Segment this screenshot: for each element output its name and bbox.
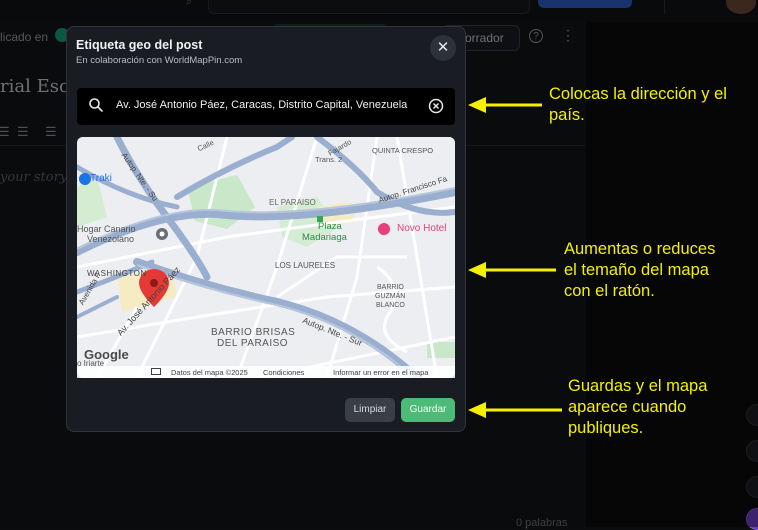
google-logo: Google: [84, 347, 129, 362]
clear-button[interactable]: Limpiar: [345, 398, 395, 422]
map-label-barrio-guzman: BLANCO: [376, 302, 405, 309]
annotation-zoom: Aumentas o reduces el temaño del mapa co…: [564, 239, 715, 302]
map-label-los-laureles: LOS LAURELES: [275, 261, 336, 270]
map-label-novo-hotel: Novo Hotel: [397, 223, 447, 234]
map-label-plaza: Madariaga: [302, 232, 347, 243]
annotation-arrow-icon: [468, 402, 562, 418]
annotation-line: Aumentas o reduces: [564, 240, 716, 258]
annotation-line: el temaño del mapa: [564, 261, 709, 279]
map-label-hogar: Hogar Canario: [77, 224, 136, 234]
map-label-barrio-brisas: DEL PARAISO: [217, 338, 289, 349]
clear-search-icon[interactable]: [428, 98, 444, 114]
save-button[interactable]: Guardar: [401, 398, 455, 422]
map-label-traki: Traki: [90, 173, 112, 184]
annotation-arrow-icon: [468, 97, 542, 113]
annotation-line: país.: [549, 106, 585, 124]
map-label-trans2: Trans. 2: [315, 155, 343, 164]
map-data-credit: Datos del mapa ©2025: [171, 368, 248, 377]
address-search-input[interactable]: [116, 96, 416, 114]
map-terms-link[interactable]: Condiciones: [263, 368, 304, 377]
annotation-line: aparece cuando: [568, 398, 687, 416]
annotation-line: Guardas y el mapa: [568, 377, 708, 395]
annotation-line: Colocas la dirección y el: [549, 85, 727, 103]
map-view[interactable]: Traki Hogar Canario Venezolano WASHINGTO…: [77, 137, 455, 378]
annotation-line: con el ratón.: [564, 282, 655, 300]
map-label-plaza: Plaza: [318, 221, 342, 232]
map-label-barrio-brisas: BARRIO BRISAS: [211, 327, 296, 338]
close-button[interactable]: ✕: [430, 35, 456, 61]
dialog-title: Etiqueta geo del post: [76, 38, 203, 52]
map-label-hogar: Venezolano: [87, 234, 135, 244]
search-icon: [89, 98, 103, 112]
map-label-barrio-guzman: BARRIO: [377, 284, 404, 291]
annotation-address: Colocas la dirección y el país.: [549, 84, 727, 126]
map-label-el-paraiso: EL PARAISO: [269, 198, 316, 207]
keyboard-icon[interactable]: [151, 368, 161, 375]
map-label-barrio-guzman: GUZMÁN: [375, 293, 406, 300]
annotation-arrow-icon: [468, 262, 556, 278]
annotation-save: Guardas y el mapa aparece cuando publiqu…: [568, 376, 707, 439]
annotation-line: publiques.: [568, 419, 644, 437]
dialog-subtitle: En colaboración con WorldMapPin.com: [76, 55, 243, 66]
map-label-quinta-crespo: QUINTA CRESPO: [372, 146, 434, 155]
map-report-error-link[interactable]: Informar un error en el mapa: [333, 368, 428, 377]
